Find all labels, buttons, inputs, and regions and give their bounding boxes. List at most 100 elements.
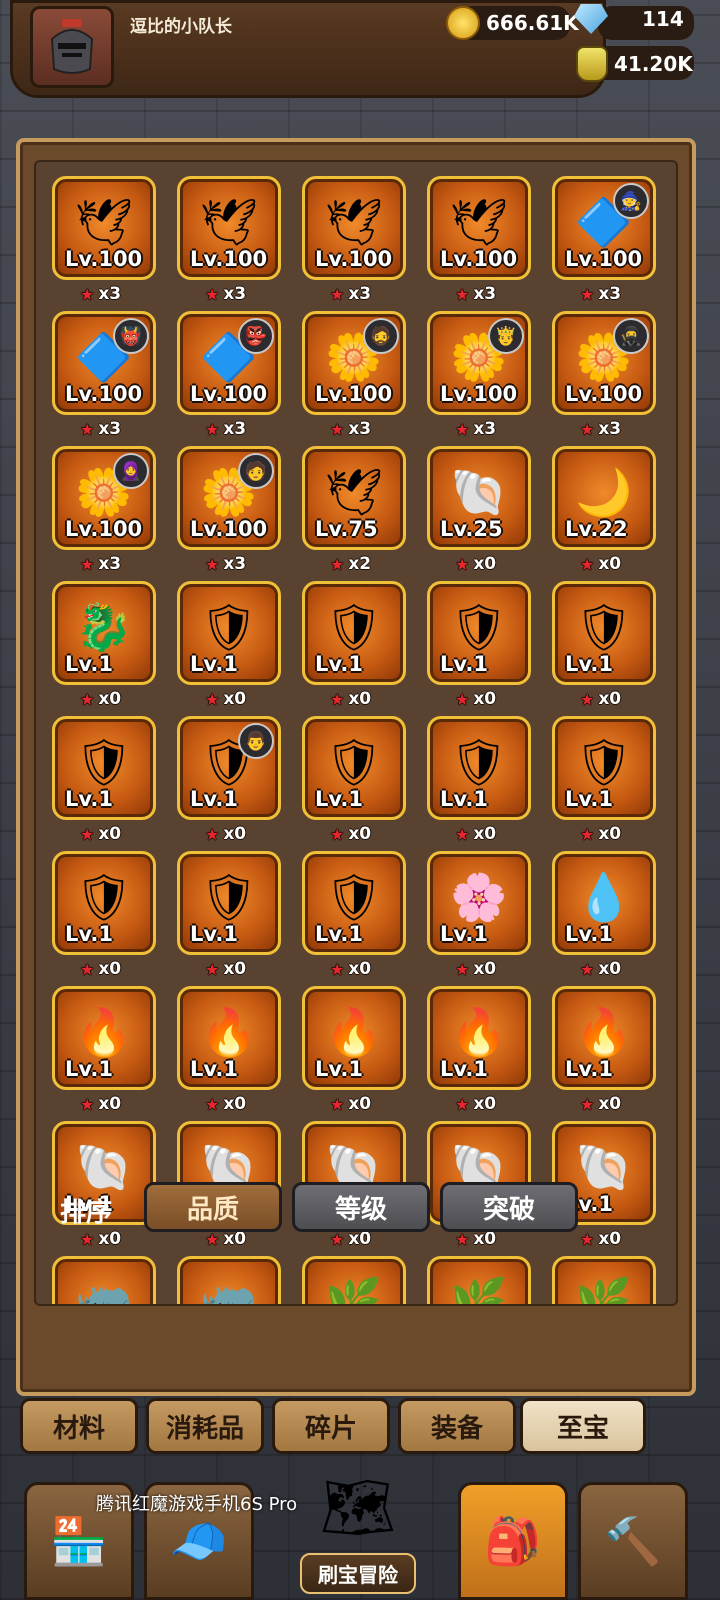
treasure-item[interactable]: 🛡 Lv.1 ★ x0: [427, 581, 552, 709]
treasure-item[interactable]: 🛡 Lv.1 ★ x0: [302, 716, 427, 844]
treasure-level: Lv.100: [565, 382, 643, 406]
treasure-item[interactable]: 🛡 Lv.1 ★ x0: [177, 581, 302, 709]
nav-backpack-button[interactable]: 🎒: [458, 1482, 568, 1600]
treasure-item[interactable]: 🌿: [302, 1256, 427, 1304]
player-avatar[interactable]: [30, 6, 114, 88]
treasure-item[interactable]: 🌼 Lv.100 🧕 ★ x3: [52, 446, 177, 574]
treasure-item[interactable]: 🌼 Lv.100 🧔 ★ x3: [302, 311, 427, 439]
star-count: ★ x3: [580, 419, 621, 439]
treasure-item[interactable]: 🔥 Lv.1 ★ x0: [427, 986, 552, 1114]
treasure-item[interactable]: 🦏: [177, 1256, 302, 1306]
treasure-item[interactable]: 🛡 Lv.1 👨 ★ x0: [177, 716, 302, 844]
gem-counter[interactable]: 114: [574, 4, 684, 34]
tab-equipment[interactable]: 装备: [398, 1398, 516, 1454]
treasure-item[interactable]: 🌼 Lv.100 🥷 ★ x3: [552, 311, 676, 439]
treasure-item[interactable]: 🕊 Lv.100 ★ x3: [177, 176, 302, 304]
treasure-item[interactable]: 🔷 Lv.100 🧙 ★ x3: [552, 176, 676, 304]
star-value: x3: [473, 419, 497, 439]
treasure-level: Lv.1: [440, 1057, 488, 1081]
sort-bar: 排序 品质 等级 突破: [40, 1180, 660, 1236]
tab-consumables[interactable]: 消耗品: [146, 1398, 264, 1454]
star-value: x3: [223, 284, 247, 304]
star-count: ★ x3: [455, 284, 496, 304]
treasure-item[interactable]: 🔥 Lv.1 ★ x0: [52, 986, 177, 1114]
tab-treasures[interactable]: 至宝: [520, 1398, 646, 1454]
star-count: ★ x0: [580, 959, 621, 979]
tab-materials[interactable]: 材料: [20, 1398, 138, 1454]
treasure-item[interactable]: 🕊 Lv.75 ★ x2: [302, 446, 427, 574]
backpack-icon: 🎒: [484, 1513, 542, 1568]
equipped-hero-avatar-icon: 🥷: [613, 318, 649, 354]
sort-level-button[interactable]: 等级: [292, 1182, 430, 1232]
treasure-item[interactable]: 🔥 Lv.1 ★ x0: [302, 986, 427, 1114]
nav-forge-button[interactable]: 🔨: [578, 1482, 688, 1600]
treasure-item[interactable]: 🦏: [52, 1256, 177, 1304]
cross-shield-icon: 🛡: [324, 870, 384, 925]
treasure-item[interactable]: 🛡 Lv.1 ★ x0: [52, 716, 177, 844]
cross-shield-icon: 🛡: [574, 600, 634, 655]
treasure-level: Lv.1: [565, 922, 613, 946]
cross-shield-icon: 🛡: [449, 735, 509, 790]
cross-shield-icon: 🛡: [199, 870, 259, 925]
nav-adventure-button[interactable]: 🗺 刷宝冒险: [288, 1468, 428, 1600]
sort-quality-button[interactable]: 品质: [144, 1182, 282, 1232]
treasure-item[interactable]: 🕊 Lv.100 ★ x3: [302, 176, 427, 304]
treasure-tile: 🌿: [302, 1256, 406, 1304]
treasure-item[interactable]: 🔥 Lv.1 ★ x0: [552, 986, 676, 1114]
spike-horn-icon: 🦏: [200, 1275, 258, 1306]
treasure-item[interactable]: 🔷 Lv.100 👹 ★ x3: [52, 311, 177, 439]
tab-fragments[interactable]: 碎片: [272, 1398, 390, 1454]
treasure-item[interactable]: 🛡 Lv.1 ★ x0: [302, 851, 427, 979]
treasure-item[interactable]: 🌿: [427, 1256, 552, 1304]
treasure-level: Lv.1: [190, 1057, 238, 1081]
treasure-item[interactable]: 🛡 Lv.1 ★ x0: [302, 581, 427, 709]
treasure-item[interactable]: 🔷 Lv.100 👺 ★ x3: [177, 311, 302, 439]
treasure-tile: 🕊 Lv.100: [52, 176, 156, 280]
star-count: ★ x0: [455, 959, 496, 979]
treasure-item[interactable]: 🐉 Lv.1 ★ x0: [52, 581, 177, 709]
horn-shell-icon: 🐚: [450, 465, 508, 520]
red-star-icon: ★: [205, 284, 220, 304]
star-value: x3: [98, 419, 122, 439]
treasure-item[interactable]: 🕊 Lv.100 ★ x3: [427, 176, 552, 304]
treasure-item[interactable]: 🛡 Lv.1 ★ x0: [552, 581, 676, 709]
treasure-item[interactable]: 🌼 Lv.100 🤴 ★ x3: [427, 311, 552, 439]
treasure-item[interactable]: 🛡 Lv.1 ★ x0: [52, 851, 177, 979]
treasure-item[interactable]: 🛡 Lv.1 ★ x0: [177, 851, 302, 979]
star-value: x0: [223, 959, 247, 979]
treasure-item[interactable]: 🕊 Lv.100 ★ x3: [52, 176, 177, 304]
treasure-tile: 🌼 Lv.100 🤴: [427, 311, 531, 415]
red-star-icon: ★: [455, 419, 470, 439]
treasure-item[interactable]: 🛡 Lv.1 ★ x0: [552, 716, 676, 844]
treasure-item[interactable]: 🔥 Lv.1 ★ x0: [177, 986, 302, 1114]
sort-breakthrough-button[interactable]: 突破: [440, 1182, 578, 1232]
red-star-icon: ★: [80, 689, 95, 709]
star-count: ★ x3: [80, 554, 121, 574]
red-star-icon: ★: [580, 284, 595, 304]
treasure-level: Lv.100: [190, 517, 268, 541]
treasure-item[interactable]: 💧 Lv.1 ★ x0: [552, 851, 676, 979]
treasure-item[interactable]: 🌙 Lv.22 ★ x0: [552, 446, 676, 574]
star-count: ★ x3: [80, 419, 121, 439]
cross-shield-icon: 🛡: [199, 600, 259, 655]
treasure-item[interactable]: 🌿: [552, 1256, 676, 1304]
red-star-icon: ★: [580, 824, 595, 844]
equipped-hero-avatar-icon: 🧕: [113, 453, 149, 489]
treasure-item[interactable]: 🐚 Lv.25 ★ x0: [427, 446, 552, 574]
treasure-grid-scroll[interactable]: 🕊 Lv.100 ★ x3 🕊 Lv.100 ★ x3 🕊 Lv.100 ★ x3 🕊 Lv.100 ★ x3…: [34, 160, 678, 1306]
treasure-item[interactable]: 🌸 Lv.1 ★ x0: [427, 851, 552, 979]
potion-counter[interactable]: 41.20K: [576, 46, 693, 82]
treasure-item[interactable]: 🛡 Lv.1 ★ x0: [427, 716, 552, 844]
gold-coin-icon: [446, 6, 480, 40]
treasure-tile: 🕊 Lv.100: [177, 176, 281, 280]
crescent-icon: 🌙: [575, 465, 633, 520]
treasure-level: Lv.100: [65, 517, 143, 541]
star-value: x3: [223, 554, 247, 574]
treasure-tile: 🌼 Lv.100 🧕: [52, 446, 156, 550]
treasure-tile: 🕊 Lv.100: [427, 176, 531, 280]
red-star-icon: ★: [205, 419, 220, 439]
gold-counter[interactable]: 666.61K: [446, 6, 579, 40]
treasure-tile: 🌿: [427, 1256, 531, 1304]
red-star-icon: ★: [80, 824, 95, 844]
treasure-item[interactable]: 🌼 Lv.100 🧑 ★ x3: [177, 446, 302, 574]
